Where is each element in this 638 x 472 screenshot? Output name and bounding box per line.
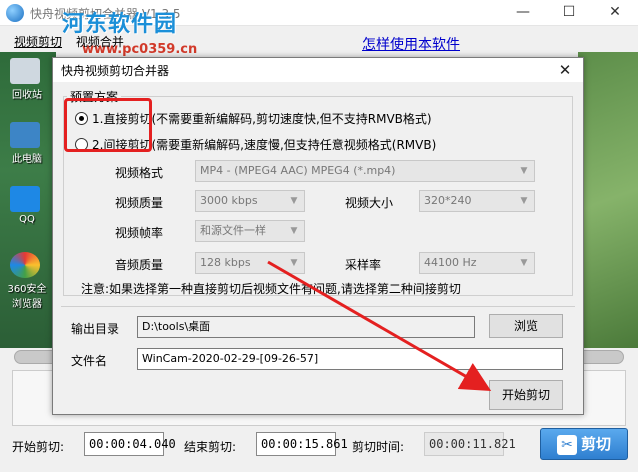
start-cut-button[interactable]: 开始剪切	[489, 380, 563, 410]
video-quality-value: 3000 kbps	[200, 194, 258, 207]
video-fps-value: 和源文件一样	[200, 224, 266, 237]
chevron-down-icon: ▼	[520, 166, 528, 176]
end-time-label: 结束剪切:	[184, 440, 237, 454]
chevron-down-icon: ▼	[520, 196, 528, 206]
tab-video-merge[interactable]: 视频合并	[76, 33, 124, 50]
video-size-value: 320*240	[424, 194, 472, 207]
video-format-select: MP4 - (MPEG4 AAC) MPEG4 (*.mp4) ▼	[195, 160, 535, 182]
help-link[interactable]: 怎样使用本软件	[362, 34, 460, 54]
desktop-background: 回收站 此电脑 QQ 360安全浏览器	[0, 52, 56, 348]
recycle-bin-icon	[10, 58, 40, 84]
sample-rate-label: 采样率	[345, 258, 382, 272]
dialog-title: 快舟视频剪切合并器	[61, 64, 170, 78]
dialog-close-button[interactable]: ✕	[553, 59, 577, 81]
chevron-down-icon: ▼	[290, 258, 298, 268]
scissors-icon: ✂	[556, 434, 577, 455]
sample-rate-value: 44100 Hz	[424, 256, 477, 269]
video-fps-select: 和源文件一样 ▼	[195, 220, 305, 242]
video-size-select: 320*240 ▼	[419, 190, 535, 212]
video-size-label: 视频大小	[345, 196, 394, 210]
main-tab-bar: 视频剪切 视频合并	[14, 33, 134, 51]
maximize-button[interactable]: ☐	[546, 0, 592, 26]
audio-quality-value: 128 kbps	[200, 256, 251, 269]
duration-label: 剪切时间:	[352, 440, 405, 454]
output-dir-input[interactable]: D:\tools\桌面	[137, 316, 475, 338]
video-fps-label: 视频帧率	[115, 226, 164, 240]
note-text: 注意:如果选择第一种直接剪切后视频文件有问题,请选择第二种间接剪切	[81, 282, 461, 296]
browser-icon	[10, 252, 40, 278]
chevron-down-icon: ▼	[290, 196, 298, 206]
qq-icon	[10, 186, 40, 212]
close-window-button[interactable]: ✕	[592, 0, 638, 26]
video-quality-label: 视频质量	[115, 196, 164, 210]
desktop-label: 回收站	[12, 90, 42, 101]
filename-label: 文件名	[71, 354, 108, 368]
start-time-input[interactable]: 00:00:04.040	[84, 432, 176, 456]
computer-icon	[10, 122, 40, 148]
desktop-label: 360安全浏览器	[7, 284, 47, 310]
dialog-titlebar: 快舟视频剪切合并器 ✕	[53, 58, 583, 82]
chevron-down-icon: ▼	[290, 226, 298, 236]
video-quality-select: 3000 kbps ▼	[195, 190, 305, 212]
cut-button[interactable]: ✂ 剪切	[540, 428, 628, 460]
highlight-box	[64, 98, 152, 152]
sample-rate-select: 44100 Hz ▼	[419, 252, 535, 274]
output-dir-label: 输出目录	[71, 322, 120, 336]
filename-input[interactable]: WinCam-2020-02-29-[09-26-57]	[137, 348, 563, 370]
tab-video-cut[interactable]: 视频剪切	[14, 33, 62, 50]
cut-button-label: 剪切	[580, 435, 611, 453]
app-logo-icon	[6, 4, 24, 22]
minimize-button[interactable]: —	[500, 0, 546, 26]
end-time-input[interactable]: 00:00:15.861	[256, 432, 348, 456]
duration-value: 00:00:11.821	[424, 432, 516, 456]
desktop-label: 此电脑	[12, 154, 42, 165]
start-time-label: 开始剪切:	[12, 440, 65, 454]
video-format-label: 视频格式	[115, 166, 164, 180]
audio-quality-label: 音频质量	[115, 258, 164, 272]
audio-quality-select: 128 kbps ▼	[195, 252, 305, 274]
browse-button[interactable]: 浏览	[489, 314, 563, 338]
chevron-down-icon: ▼	[520, 258, 528, 268]
video-format-value: MP4 - (MPEG4 AAC) MPEG4 (*.mp4)	[200, 164, 396, 177]
desktop-label: QQ	[19, 214, 35, 225]
video-preview	[578, 52, 638, 348]
